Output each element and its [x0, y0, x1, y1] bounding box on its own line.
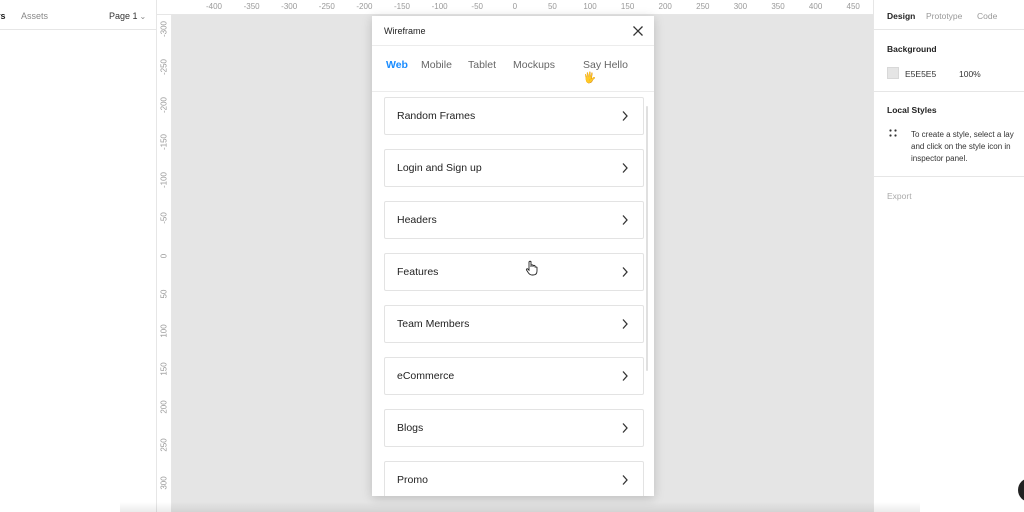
- chevron-right-icon: [622, 111, 628, 121]
- list-item[interactable]: Promo: [384, 461, 644, 496]
- ruler-tick-label: 150: [620, 2, 635, 11]
- local-styles-hint: To create a style, select a lay and clic…: [911, 130, 1014, 163]
- ruler-tick-label: 100: [583, 2, 597, 11]
- list-item-label: Login and Sign up: [397, 162, 482, 174]
- app-window: rs Assets Page 1⌄ -400 -350 -300 -250 -200 -1…: [0, 0, 1024, 512]
- background-hex-value[interactable]: E5E5E5: [905, 69, 936, 79]
- hand-cursor-icon: [525, 260, 538, 276]
- plugin-titlebar: Wireframe: [372, 16, 654, 46]
- local-styles-title: Local Styles: [887, 105, 937, 115]
- plugin-title: Wireframe: [384, 26, 426, 36]
- ruler-tick-label: 200: [159, 400, 169, 414]
- ruler-tick-label: -100: [431, 2, 448, 11]
- ruler-tick-label: -200: [159, 96, 169, 113]
- ruler-tick-label: -350: [243, 2, 260, 11]
- right-panel: Design Prototype Code Background E5E5E5 …: [873, 0, 1024, 512]
- ruler-tick-label: -300: [281, 2, 298, 11]
- ruler-tick-label: -250: [318, 2, 335, 11]
- chevron-right-icon: [622, 371, 628, 381]
- ruler-tick-label: 300: [159, 475, 169, 490]
- right-panel-tabs: Design Prototype Code: [874, 0, 1024, 30]
- tab-mockups[interactable]: Mockups: [513, 59, 555, 71]
- list-item[interactable]: Headers: [384, 201, 644, 239]
- tab-assets[interactable]: Assets: [21, 11, 48, 21]
- left-panel-tabs: rs Assets Page 1⌄: [0, 0, 156, 30]
- close-icon[interactable]: [630, 23, 646, 39]
- tab-code[interactable]: Code: [977, 11, 997, 21]
- ruler-tick-label: -200: [356, 2, 373, 11]
- chevron-right-icon: [622, 475, 628, 485]
- ruler-tick-label: 150: [159, 362, 169, 376]
- list-item[interactable]: Features: [384, 253, 644, 291]
- list-item-label: Blogs: [397, 422, 424, 434]
- section-divider: [874, 176, 1024, 177]
- ruler-tick-label: 50: [159, 289, 169, 299]
- chevron-right-icon: [622, 423, 628, 433]
- list-item-label: eCommerce: [397, 370, 455, 382]
- ruler-tick-label: 300: [733, 2, 748, 11]
- tab-web[interactable]: Web: [386, 59, 408, 71]
- ruler-tick-label: 350: [771, 2, 785, 11]
- background-section-title: Background: [887, 44, 937, 54]
- list-item[interactable]: eCommerce: [384, 357, 644, 395]
- list-item-label: Team Members: [397, 318, 470, 330]
- ruler-tick-label: -100: [159, 172, 169, 189]
- ruler-tick-label: 250: [159, 438, 169, 452]
- wireframe-plugin-window: Wireframe Web Mobile Tablet Mockups Say …: [372, 16, 654, 496]
- tab-say-hello[interactable]: Say Hello 🖐: [583, 59, 642, 84]
- ruler-tick-label: -50: [471, 2, 483, 11]
- tab-design[interactable]: Design: [887, 11, 915, 21]
- list-item-label: Random Frames: [397, 110, 476, 122]
- ruler-tick-label: -50: [159, 212, 169, 224]
- ruler-tick-label: -300: [159, 20, 169, 38]
- ruler-tick-label: 0: [159, 253, 169, 259]
- plugin-tabs: Web Mobile Tablet Mockups Say Hello 🖐: [386, 59, 642, 84]
- chevron-down-icon: ⌄: [139, 12, 147, 21]
- ruler-tick-label: 200: [658, 2, 672, 11]
- styles-grid-icon[interactable]: [889, 129, 897, 137]
- tab-tablet[interactable]: Tablet: [468, 59, 496, 71]
- ruler-tick-label: 400: [808, 2, 823, 11]
- list-item-label: Features: [397, 266, 439, 278]
- ruler-tick-label: 450: [846, 2, 860, 11]
- ruler-tick-label: -400: [205, 2, 223, 11]
- ruler-tick-label: 100: [159, 324, 169, 339]
- list-item-label: Headers: [397, 214, 437, 226]
- ruler-tick-label: 0: [512, 2, 518, 11]
- list-item[interactable]: Login and Sign up: [384, 149, 644, 187]
- tab-mobile[interactable]: Mobile: [421, 59, 452, 71]
- background-opacity-value[interactable]: 100%: [959, 69, 981, 79]
- chevron-right-icon: [622, 319, 628, 329]
- left-ruler: -300 -250 -200 -150 -100 -50 0 50 100 150 200 250 30…: [157, 15, 172, 512]
- export-section-title[interactable]: Export: [887, 191, 912, 201]
- ruler-tick-label: -150: [159, 134, 169, 151]
- list-item[interactable]: Random Frames: [384, 97, 644, 135]
- top-ruler: -400 -350 -300 -250 -200 -150 -100 -50 0 50 100 150…: [157, 0, 873, 15]
- chevron-right-icon: [622, 163, 628, 173]
- plugin-divider: [372, 91, 654, 92]
- ruler-tick-label: -250: [159, 58, 169, 75]
- ruler-tick-label: 250: [696, 2, 710, 11]
- list-item[interactable]: Team Members: [384, 305, 644, 343]
- chevron-right-icon: [622, 215, 628, 225]
- list-item[interactable]: Blogs: [384, 409, 644, 447]
- page-select-label: Page 1: [109, 11, 138, 21]
- tab-layers[interactable]: rs: [0, 11, 6, 21]
- left-panel: rs Assets Page 1⌄: [0, 0, 157, 512]
- section-divider: [874, 91, 1024, 92]
- page-select[interactable]: Page 1 ⌄: [109, 11, 146, 21]
- bottom-shadow: [120, 502, 920, 512]
- plugin-scrollbar[interactable]: [646, 106, 648, 371]
- ruler-tick-label: -150: [393, 2, 411, 11]
- tab-prototype[interactable]: Prototype: [926, 11, 962, 21]
- background-color-swatch[interactable]: [887, 67, 899, 79]
- ruler-tick-label: 50: [547, 2, 557, 11]
- chevron-right-icon: [622, 267, 628, 277]
- list-item-label: Promo: [397, 474, 428, 486]
